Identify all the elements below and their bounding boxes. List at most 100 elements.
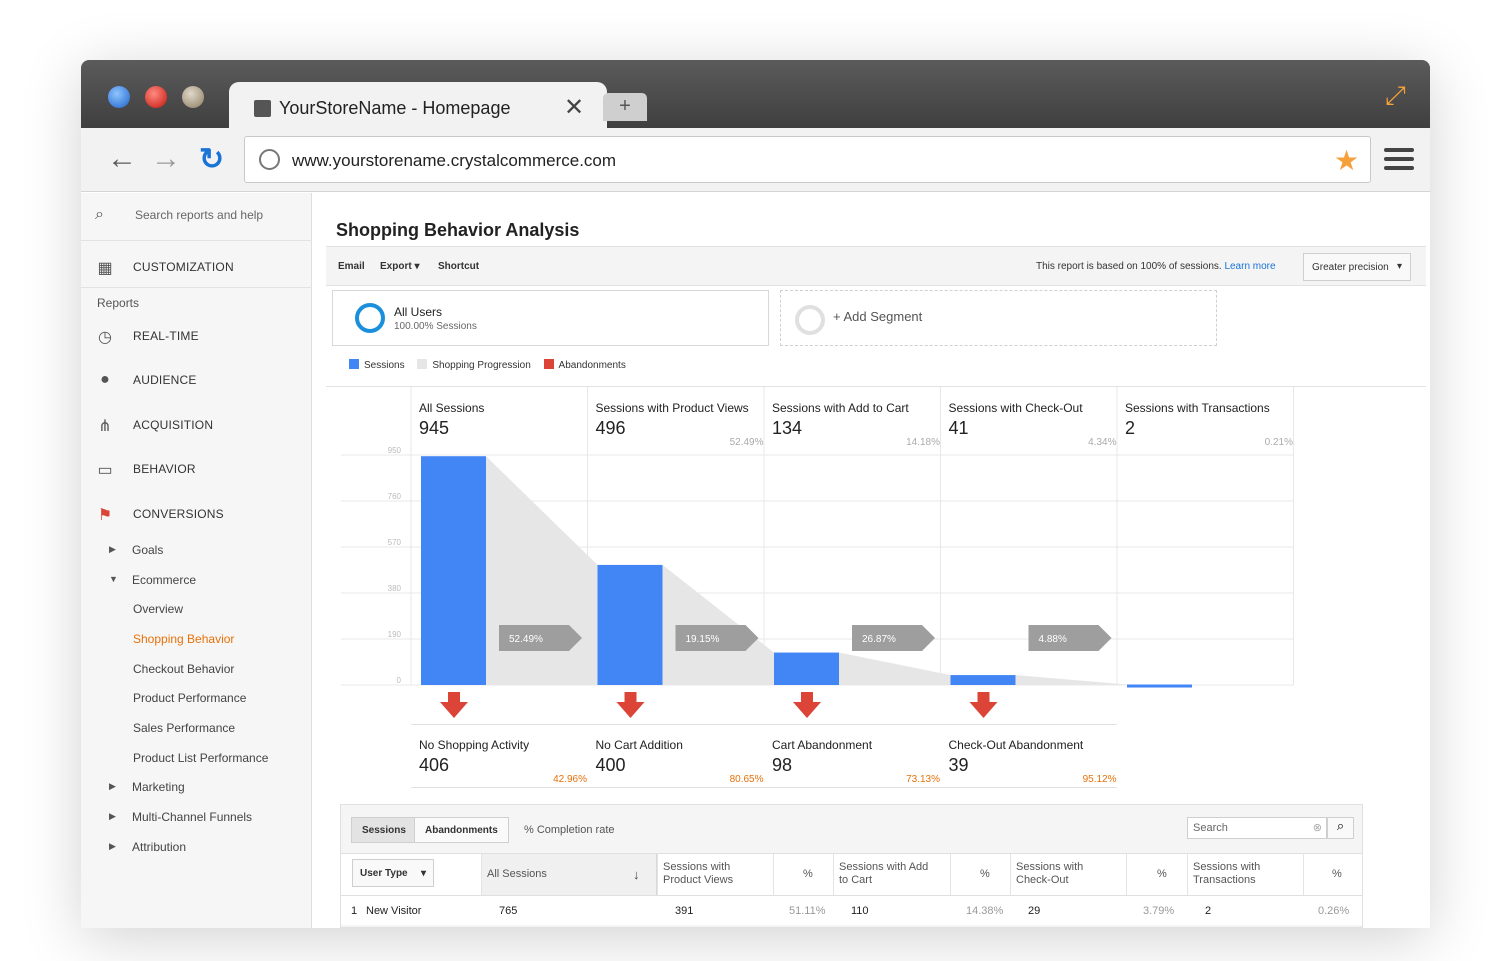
globe-icon bbox=[259, 149, 280, 170]
column-header[interactable]: Sessions with Product Views bbox=[663, 861, 733, 887]
sidebar-item-label: Ecommerce bbox=[132, 573, 197, 587]
legend-swatch bbox=[349, 359, 359, 369]
report-actionbar: Email Export ▾ Shortcut This report is b… bbox=[326, 246, 1426, 286]
sidebar-item-label: Goals bbox=[132, 543, 164, 557]
hamburger-menu-icon[interactable] bbox=[1384, 148, 1414, 175]
forward-arrow-icon[interactable]: → bbox=[151, 142, 181, 176]
row-label: New Visitor bbox=[366, 905, 422, 917]
search-icon[interactable]: ⌕ bbox=[1327, 817, 1354, 839]
sidebar-search[interactable]: ⌕ Search reports and help bbox=[81, 193, 312, 241]
table-header: User Type ▾ All Sessions Sessions with Pro… bbox=[341, 853, 1362, 896]
sidebar-item-label: BEHAVIOR bbox=[133, 462, 196, 476]
sidebar-item-label: CUSTOMIZATION bbox=[133, 260, 234, 274]
column-header[interactable]: Sessions with Transactions bbox=[1193, 861, 1260, 887]
progression-pct-label: 19.15% bbox=[686, 634, 720, 645]
column-divider bbox=[1126, 854, 1127, 896]
legend-label: Sessions bbox=[364, 360, 405, 371]
sidebar-item-label: REAL-TIME bbox=[133, 329, 199, 343]
table-search-input[interactable]: Search ⊗ bbox=[1187, 817, 1327, 839]
table-cell: 0.26% bbox=[1318, 905, 1350, 917]
segment-ring-icon bbox=[355, 303, 385, 333]
sidebar-item-label: Attribution bbox=[132, 840, 187, 854]
column-header[interactable]: % bbox=[980, 868, 990, 881]
progression-pct-label: 4.88% bbox=[1039, 634, 1067, 645]
column-divider bbox=[657, 854, 658, 896]
window-minimize-button[interactable] bbox=[108, 86, 130, 108]
window-close-button[interactable] bbox=[145, 86, 167, 108]
column-divider bbox=[481, 854, 482, 896]
column-header[interactable]: Sessions with Add to Cart bbox=[839, 861, 928, 887]
address-bar[interactable]: www.yourstorename.crystalcommerce.com ★ bbox=[244, 136, 1371, 183]
abandon-arrow-icon bbox=[969, 692, 998, 718]
shortcut-button[interactable]: Shortcut bbox=[438, 261, 479, 272]
table-cell: 29 bbox=[1028, 905, 1041, 917]
browser-window: YourStoreName - Homepage ✕ + ⤢ ← → ↻ www… bbox=[81, 60, 1430, 928]
sidebar-item-label: Multi-Channel Funnels bbox=[132, 810, 253, 824]
stage-name: All Sessions bbox=[419, 401, 485, 415]
add-segment-button[interactable]: + Add Segment bbox=[780, 290, 1217, 346]
y-tick-label: 0 bbox=[397, 676, 402, 685]
search-input[interactable]: Search reports and help bbox=[135, 208, 263, 222]
clear-icon[interactable]: ⊗ bbox=[1313, 821, 1322, 834]
export-button[interactable]: Export ▾ bbox=[380, 261, 419, 272]
email-button[interactable]: Email bbox=[338, 261, 365, 272]
tab-abandonments[interactable]: Abandonments bbox=[414, 817, 509, 843]
stage-value: 496 bbox=[595, 418, 626, 438]
search-icon: ⌕ bbox=[95, 206, 104, 223]
sidebar-item-product-performance[interactable]: Product Performance bbox=[133, 691, 246, 705]
column-divider bbox=[1010, 854, 1011, 896]
y-tick-label: 190 bbox=[388, 630, 402, 639]
completion-rate-toggle[interactable]: % Completion rate bbox=[524, 824, 615, 836]
abandonment-stage: Check-Out Abandonment 39 95.12% bbox=[949, 738, 1125, 785]
sidebar-item-sales-performance[interactable]: Sales Performance bbox=[133, 721, 235, 735]
legend-label: Abandonments bbox=[558, 360, 626, 371]
table-search-placeholder: Search bbox=[1193, 822, 1228, 834]
bookmark-star-icon[interactable]: ★ bbox=[1334, 144, 1359, 177]
precision-value: Greater precision bbox=[1312, 262, 1389, 273]
sidebar-item-shopping-behavior[interactable]: Shopping Behavior bbox=[133, 632, 234, 646]
session-bar bbox=[774, 652, 839, 685]
window-zoom-button[interactable] bbox=[182, 86, 204, 108]
caret-down-icon: ▾ bbox=[1396, 261, 1402, 272]
abandon-arrow-icon bbox=[440, 692, 468, 718]
sort-arrow-icon[interactable]: ↓ bbox=[633, 867, 640, 882]
sidebar-item-checkout-behavior[interactable]: Checkout Behavior bbox=[133, 662, 234, 676]
sampling-note: This report is based on 100% of sessions… bbox=[1036, 261, 1276, 272]
segment-ring-icon bbox=[795, 305, 825, 335]
abandonment-value: 406 bbox=[419, 755, 450, 775]
table-cell: 765 bbox=[499, 905, 518, 917]
table-cell: 51.11% bbox=[789, 905, 826, 917]
abandonment-stage: Cart Abandonment 98 73.13% bbox=[772, 738, 948, 785]
tab-title: YourStoreName - Homepage bbox=[279, 98, 511, 118]
sidebar-item-overview[interactable]: Overview bbox=[133, 602, 183, 616]
row-index: 1 bbox=[351, 905, 358, 917]
learn-more-link[interactable]: Learn more bbox=[1224, 261, 1275, 272]
chart-legend: Sessions Shopping Progression Abandonmen… bbox=[349, 359, 636, 371]
column-header[interactable]: % bbox=[1332, 868, 1342, 881]
column-header[interactable]: Sessions with Check-Out bbox=[1016, 861, 1083, 887]
reload-icon[interactable]: ↻ bbox=[199, 142, 224, 177]
caret-right-icon: ▶ bbox=[109, 544, 116, 554]
fullscreen-expand-icon[interactable]: ⤢ bbox=[1385, 80, 1415, 110]
url-text[interactable]: www.yourstorename.crystalcommerce.com bbox=[292, 151, 616, 171]
data-table: Sessions Abandonments % Completion rate … bbox=[340, 804, 1363, 928]
funnel-stage-header: Sessions with Check-Out 41 4.34% bbox=[949, 401, 1125, 448]
sidebar-item-product-list-performance[interactable]: Product List Performance bbox=[133, 751, 268, 765]
segment-all-users[interactable]: All Users 100.00% Sessions bbox=[332, 290, 769, 346]
tab-sessions[interactable]: Sessions bbox=[351, 817, 417, 843]
precision-dropdown[interactable]: Greater precision ▾ bbox=[1303, 253, 1411, 281]
column-divider bbox=[1303, 854, 1304, 896]
browser-tab[interactable]: YourStoreName - Homepage ✕ bbox=[229, 82, 607, 128]
divider bbox=[81, 287, 312, 288]
column-header[interactable]: All Sessions bbox=[487, 868, 547, 881]
tab-close-icon[interactable]: ✕ bbox=[564, 93, 584, 122]
abandonment-pct: 95.12% bbox=[1082, 774, 1117, 785]
dimension-dropdown[interactable]: User Type ▾ bbox=[352, 859, 434, 887]
new-tab-button[interactable]: + bbox=[603, 93, 647, 121]
column-header[interactable]: % bbox=[1157, 868, 1167, 881]
column-divider bbox=[1187, 854, 1188, 896]
column-header[interactable]: % bbox=[803, 868, 813, 881]
back-arrow-icon[interactable]: ← bbox=[107, 142, 137, 176]
table-row[interactable]: 1 New Visitor 765 391 51.11% 110 14.38% 29 3.7… bbox=[341, 895, 1362, 925]
segment-sub: 100.00% Sessions bbox=[394, 321, 477, 332]
